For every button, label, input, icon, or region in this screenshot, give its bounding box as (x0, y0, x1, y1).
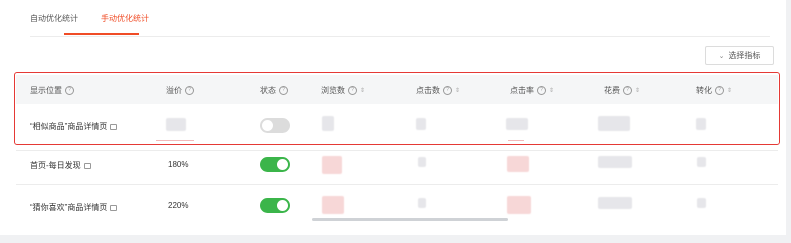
tab-auto-optimization[interactable]: 自动优化统计 (30, 13, 78, 24)
image-icon[interactable] (83, 162, 91, 169)
row-3-position: “猜你喜欢”商品详情页 (30, 202, 118, 213)
clicks-redacted (418, 198, 426, 208)
tab-bar: 自动优化统计 手动优化统计 (30, 0, 770, 37)
chevron-down-icon: ⌄ (718, 52, 725, 60)
status-toggle[interactable] (260, 157, 290, 172)
stats-card: 自动优化统计 手动优化统计 ⌄ 选择指标 显示位置 ? 溢价 ? 状态 ? 浏览… (0, 0, 786, 235)
image-icon[interactable] (110, 204, 118, 211)
position-label: 首页-每日发现 (30, 161, 81, 170)
page-edge (786, 0, 791, 243)
clicks-redacted (418, 157, 426, 167)
row-3-premium: 220% (168, 201, 189, 210)
ctr-redacted (507, 196, 531, 214)
select-metrics-button[interactable]: ⌄ 选择指标 (705, 46, 774, 65)
row-2-position: 首页-每日发现 (30, 160, 91, 171)
views-redacted (322, 156, 342, 174)
row-divider (16, 150, 778, 151)
toggle-knob (277, 159, 288, 170)
row-2-premium: 180% (168, 160, 189, 169)
position-label: “猜你喜欢”商品详情页 (30, 203, 108, 212)
tab-manual-optimization[interactable]: 手动优化统计 (101, 13, 149, 24)
horizontal-scrollbar[interactable] (312, 218, 508, 221)
page: 自动优化统计 手动优化统计 ⌄ 选择指标 显示位置 ? 溢价 ? 状态 ? 浏览… (0, 0, 791, 243)
select-metrics-label: 选择指标 (728, 51, 761, 60)
cost-redacted (598, 156, 632, 168)
conversions-redacted (697, 198, 706, 208)
toggle-knob (277, 200, 288, 211)
conversions-redacted (697, 157, 706, 167)
active-tab-indicator (64, 33, 139, 35)
row-divider (16, 184, 778, 185)
ctr-redacted (507, 156, 529, 172)
highlight-frame (14, 72, 780, 145)
status-toggle[interactable] (260, 198, 290, 213)
views-redacted (322, 196, 344, 214)
cost-redacted (598, 197, 632, 209)
